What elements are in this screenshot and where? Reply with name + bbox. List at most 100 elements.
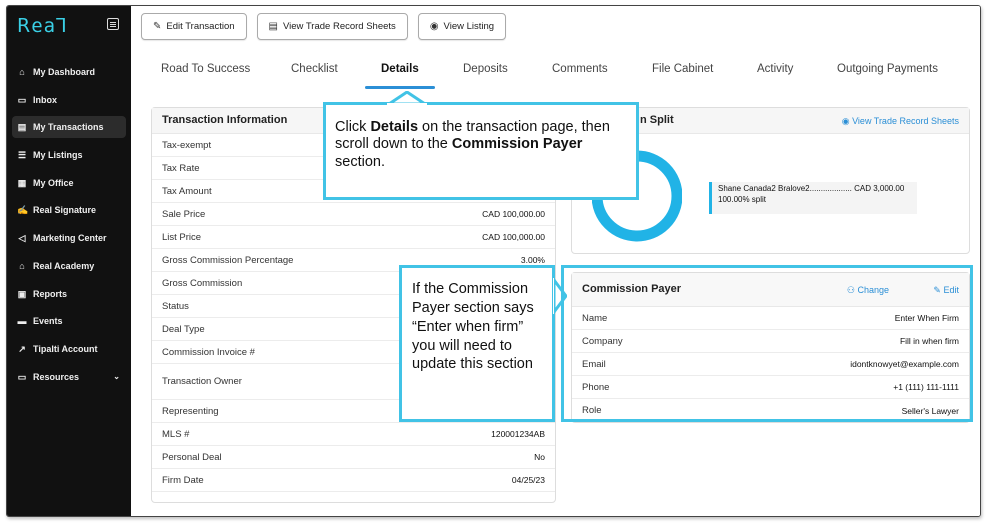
callout-text-3: section. (335, 153, 385, 170)
table-row: MLS # 120001234AB (152, 423, 555, 446)
sidebar-item-inbox[interactable]: ▭ Inbox (12, 89, 126, 111)
commission-payer-card: Commission Payer ⚇ Change ✎ Edit Name Ent… (571, 272, 970, 423)
table-row: Phone +1 (111) 111-1111 (572, 376, 969, 399)
row-label: Email (582, 358, 606, 370)
row-value: Enter When Firm (894, 313, 959, 323)
view-trade-record-sheets-button[interactable]: ▤ View Trade Record Sheets (256, 13, 408, 40)
table-row: Firm Date 04/25/23 (152, 469, 555, 492)
sidebar-item-label: Events (33, 316, 63, 327)
eye-icon: ◉ (429, 21, 439, 32)
row-label: Gross Commission Percentage (162, 254, 294, 266)
edit-payer-button[interactable]: ✎ Edit (933, 285, 959, 296)
sidebar-item-label: My Listings (33, 150, 83, 161)
table-row: List Price CAD 100,000.00 (152, 226, 555, 249)
edit-transaction-label: Edit Transaction (166, 21, 235, 32)
table-row: Role Seller's Lawyer (572, 399, 969, 422)
sidebar-item-real-signature[interactable]: ✍ Real Signature (12, 199, 126, 221)
callout-bold-commission-payer: Commission Payer (451, 136, 583, 153)
row-value: 120001234AB (491, 429, 545, 439)
row-value: 04/25/23 (511, 475, 545, 485)
toolbar: ✎ Edit Transaction ▤ View Trade Record S… (141, 13, 507, 40)
sidebar-item-events[interactable]: ▬ Events (12, 310, 126, 332)
row-label: Phone (582, 381, 610, 393)
sidebar-item-label: My Transactions (33, 122, 104, 133)
callout-pointer-up (387, 91, 427, 105)
row-label: Company (582, 335, 623, 347)
edit-transaction-button[interactable]: ✎ Edit Transaction (141, 13, 247, 40)
table-row: Company Fill in when firm (572, 330, 969, 353)
listings-icon: ☰ (17, 150, 27, 161)
academy-icon: ⌂ (19, 260, 25, 271)
change-payer-button[interactable]: ⚇ Change (847, 285, 889, 296)
tab-comments[interactable]: Comments (552, 63, 608, 75)
view-trade-record-sheets-link-label: View Trade Record Sheets (852, 116, 959, 126)
row-label: List Price (162, 231, 202, 243)
real-logo[interactable]: ꓣeaꓶ (17, 15, 68, 37)
active-tab-indicator (365, 86, 435, 89)
eye-icon: ◉ (841, 116, 850, 126)
tab-checklist[interactable]: Checklist (291, 63, 338, 75)
row-label: Status (162, 300, 189, 312)
agent-split-percentage: 100.00% split (718, 194, 767, 204)
sidebar: ꓣeaꓶ ⌂ My Dashboard ▭ Inbox ▤ My Transactions… (7, 6, 131, 516)
sidebar-item-my-dashboard[interactable]: ⌂ My Dashboard (12, 61, 126, 83)
row-label: Commission Invoice # (162, 346, 255, 358)
callout-pointer-right (553, 278, 567, 314)
row-label: Tax Amount (162, 185, 212, 197)
row-label: Gross Commission (162, 277, 243, 289)
sidebar-item-my-transactions[interactable]: ▤ My Transactions (12, 116, 126, 139)
sidebar-item-my-listings[interactable]: ☰ My Listings (12, 144, 126, 166)
people-icon: ⚇ (846, 285, 855, 295)
calendar-icon: ▬ (17, 316, 27, 327)
callout-text-1: Click (335, 119, 371, 135)
sidebar-item-real-academy[interactable]: ⌂ Real Academy (12, 255, 126, 277)
tab-details[interactable]: Details (381, 63, 419, 75)
agent-split-legend: Shane Canada2 Bralove2..................… (709, 182, 917, 214)
row-value: +1 (111) 111-1111 (893, 382, 959, 392)
callout-bold-details: Details (370, 119, 419, 135)
sidebar-item-my-office[interactable]: ▦ My Office (12, 172, 126, 194)
office-icon: ▦ (17, 177, 27, 188)
view-listing-button[interactable]: ◉ View Listing (417, 13, 507, 40)
row-label: Tax Rate (162, 162, 200, 174)
sidebar-item-label: My Office (33, 177, 74, 188)
view-listing-label: View Listing (443, 21, 495, 32)
sidebar-item-tipalti-account[interactable]: ↗ Tipalti Account (12, 338, 126, 360)
sidebar-item-label: My Dashboard (33, 67, 96, 77)
row-label: MLS # (162, 428, 190, 440)
view-trade-record-sheets-link[interactable]: ◉ View Trade Record Sheets (842, 116, 959, 127)
row-label: Firm Date (162, 474, 204, 486)
sidebar-item-resources[interactable]: ▭ Resources ⌄ (12, 366, 126, 388)
row-value: No (534, 452, 545, 462)
commission-payer-header: Commission Payer ⚇ Change ✎ Edit (572, 273, 969, 307)
document-icon: ▤ (268, 21, 278, 32)
resources-icon: ▭ (17, 371, 27, 382)
instruction-callout-details: Click Details on the transaction page, t… (323, 102, 639, 200)
commission-payer-title: Commission Payer (582, 283, 682, 295)
external-link-icon: ↗ (18, 343, 26, 354)
row-value: idontknowyet@example.com (850, 359, 959, 369)
table-row: Email idontknowyet@example.com (572, 353, 969, 376)
tab-bar: Road To Success Checklist Details Deposi… (131, 58, 980, 90)
chevron-down-icon[interactable]: ⌄ (113, 372, 120, 381)
tab-road-to-success[interactable]: Road To Success (161, 63, 250, 75)
sidebar-item-label: Real Academy (33, 260, 95, 271)
sidebar-item-label: Marketing Center (33, 233, 107, 244)
inbox-icon: ▭ (17, 94, 27, 105)
sidebar-toggle-icon[interactable] (107, 18, 119, 30)
row-label: Deal Type (162, 323, 205, 335)
agent-split-line: Shane Canada2 Bralove2..................… (718, 184, 905, 193)
tab-deposits[interactable]: Deposits (463, 63, 508, 75)
sidebar-item-marketing-center[interactable]: ◁ Marketing Center (12, 227, 126, 249)
home-icon: ⌂ (19, 67, 25, 77)
app-window: ꓣeaꓶ ⌂ My Dashboard ▭ Inbox ▤ My Transactions… (6, 5, 981, 517)
tab-file-cabinet[interactable]: File Cabinet (652, 63, 713, 75)
table-row: Name Enter When Firm (572, 307, 969, 330)
edit-payer-label: Edit (943, 285, 959, 295)
tab-activity[interactable]: Activity (757, 63, 793, 75)
pencil-icon: ✎ (153, 21, 162, 32)
sidebar-item-reports[interactable]: ▣ Reports (12, 283, 126, 305)
reports-icon: ▣ (17, 288, 27, 299)
tab-outgoing-payments[interactable]: Outgoing Payments (837, 63, 938, 75)
commission-split-title: n Split (640, 114, 674, 126)
